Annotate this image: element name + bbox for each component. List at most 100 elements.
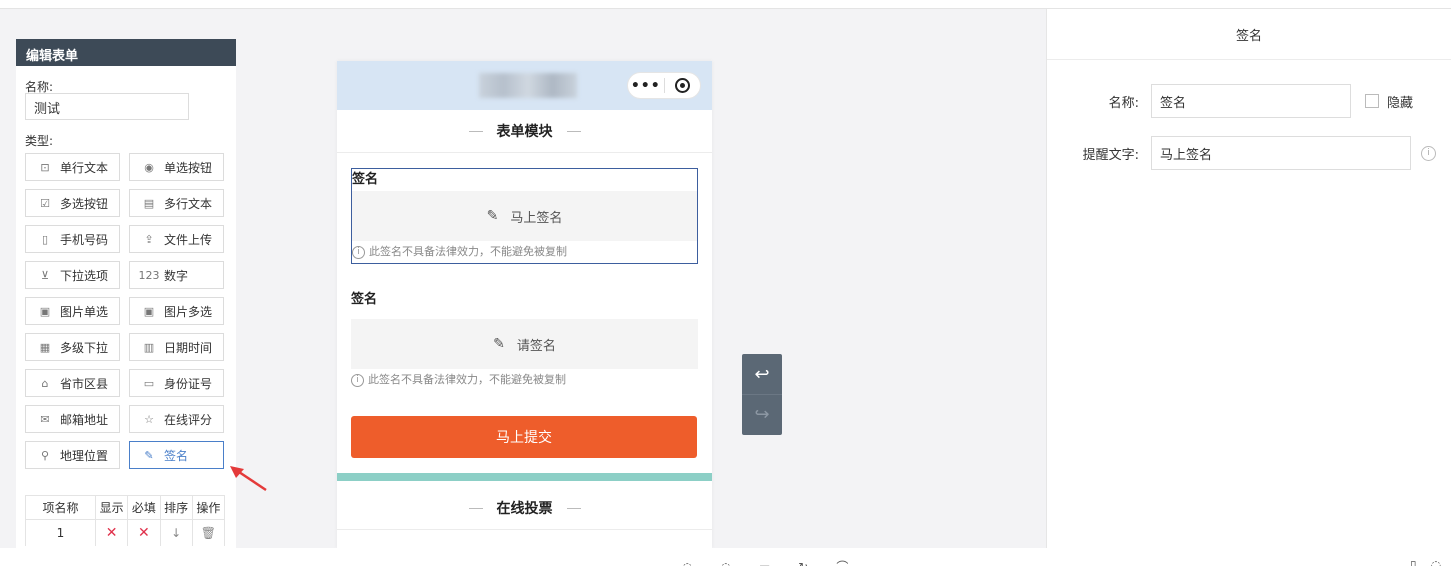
image-single-icon: ▣: [39, 304, 51, 318]
type-button-label: 单选按钮: [164, 160, 213, 175]
id-card-icon: ▭: [143, 376, 155, 390]
checkbox-icon: ☑: [40, 196, 50, 210]
fields-table: 项名称 显示 必填 排序 操作 1 ✕ ✕ ↓ 🗑: [25, 495, 226, 546]
single-line-text-icon: ⊡: [40, 160, 50, 174]
blurred-title: [479, 73, 577, 98]
properties-title: 签名: [1047, 9, 1451, 60]
type-button-label: 下拉选项: [60, 268, 109, 283]
image-multi-icon: ▣: [143, 304, 155, 318]
signature-action: 请签名: [516, 338, 556, 354]
type-button-id-card[interactable]: ▭ 身份证号: [129, 369, 224, 397]
prop-hint-input[interactable]: 马上签名: [1151, 136, 1411, 170]
bottom-right-icons: ▯◌: [1410, 558, 1451, 566]
col-sort-header: 排序: [159, 495, 193, 520]
signature-pad[interactable]: ✎ 请签名: [351, 319, 698, 369]
close-target-icon[interactable]: [665, 78, 701, 93]
star-icon: ☆: [144, 412, 154, 426]
type-button-label: 邮箱地址: [60, 412, 109, 427]
type-button-label: 单行文本: [60, 160, 109, 175]
type-button-image-single[interactable]: ▣ 图片单选: [25, 297, 120, 325]
type-button-label: 手机号码: [60, 232, 109, 247]
prop-name-label: 名称:: [1108, 95, 1139, 111]
toggle-required-icon[interactable]: ✕: [127, 519, 161, 546]
mail-icon: ✉: [40, 412, 50, 426]
cascade-icon: ▦: [39, 340, 51, 354]
prop-hint-row: 提醒文字: 马上签名 i: [1047, 136, 1436, 170]
toggle-show-icon[interactable]: ✕: [94, 519, 129, 546]
signature-pen-icon: ✎: [486, 208, 499, 224]
type-button-cascade[interactable]: ▦ 多级下拉: [25, 333, 120, 361]
info-icon[interactable]: i: [1421, 145, 1436, 161]
signature-note: i 此签名不具备法律效力，不能避免被复制: [351, 369, 698, 391]
delete-icon[interactable]: 🗑: [191, 519, 226, 546]
phone-preview: ••• 表单模块 签名 ✎ 马上签名 i 此签名不具备法律效力，不能避免被复制 …: [337, 61, 712, 548]
type-button-single-line-text[interactable]: ⊡ 单行文本: [25, 153, 120, 181]
type-button-mail[interactable]: ✉ 邮箱地址: [25, 405, 120, 433]
form-name-input[interactable]: 测试: [25, 93, 189, 120]
hide-label: 隐藏: [1387, 95, 1414, 111]
signature-action: 马上签名: [510, 210, 563, 226]
type-button-label: 日期时间: [164, 340, 213, 355]
hide-checkbox[interactable]: 隐藏: [1365, 92, 1413, 111]
type-button-label: 在线评分: [164, 412, 213, 427]
type-button-location[interactable]: ⚲ 地理位置: [25, 441, 120, 469]
signature-field[interactable]: 签名 ✎ 请签名 i 此签名不具备法律效力，不能避免被复制: [351, 289, 698, 391]
info-icon: i: [351, 373, 364, 387]
signature-pen-icon: ✎: [144, 448, 154, 462]
type-button-label: 多选按钮: [60, 196, 109, 211]
redo-icon[interactable]: ↪: [742, 394, 782, 434]
signature-label: 签名: [351, 292, 378, 307]
type-button-image-multi[interactable]: ▣ 图片多选: [129, 297, 224, 325]
bottom-toolbar-icons: ◌◌▭↻⌒: [682, 558, 876, 566]
undo-icon[interactable]: ↩: [742, 354, 782, 394]
more-icon[interactable]: •••: [628, 78, 664, 94]
phone-icon: ▯: [41, 232, 49, 246]
location-icon: ⚲: [40, 448, 50, 462]
type-button-multi-line-text[interactable]: ▤ 多行文本: [129, 189, 224, 217]
miniapp-capsule: •••: [627, 72, 701, 99]
type-button-label: 省市区县: [60, 376, 109, 391]
signature-pen-icon: ✎: [493, 336, 505, 352]
checkbox-icon[interactable]: [1365, 94, 1379, 108]
type-button-label: 签名: [164, 448, 189, 463]
type-button-star[interactable]: ☆ 在线评分: [129, 405, 224, 433]
type-button-phone[interactable]: ▯ 手机号码: [25, 225, 120, 253]
type-button-number[interactable]: 123 数字: [129, 261, 224, 289]
submit-button[interactable]: 马上提交: [351, 416, 697, 458]
prop-name-input[interactable]: 签名: [1151, 84, 1351, 118]
col-name-header: 项名称: [25, 495, 96, 520]
edit-form-panel: 编辑表单 名称: 测试 类型: ⊡ 单行文本 ◉ 单选按钮 ☑ 多选按钮 ▤ 多行文本 ▯ 手机号…: [16, 39, 236, 548]
col-required-header: 必填: [127, 495, 161, 520]
signature-pad[interactable]: ✎ 马上签名: [352, 191, 697, 241]
type-label: 类型:: [25, 134, 54, 148]
radio-icon: ◉: [144, 160, 154, 174]
type-button-radio[interactable]: ◉ 单选按钮: [129, 153, 224, 181]
signature-field-selected[interactable]: 签名 ✎ 马上签名 i 此签名不具备法律效力，不能避免被复制: [351, 168, 698, 264]
upload-icon: ⇪: [144, 232, 154, 246]
info-icon: i: [352, 245, 365, 259]
calendar-icon: ▥: [143, 340, 155, 354]
type-button-dropdown[interactable]: ⊻ 下拉选项: [25, 261, 120, 289]
type-button-calendar[interactable]: ▥ 日期时间: [129, 333, 224, 361]
phone-navbar: •••: [337, 61, 712, 110]
section-title-text: 表单模块: [496, 124, 553, 140]
type-button-label: 多行文本: [164, 196, 213, 211]
bottom-bar: ◌◌▭↻⌒ ▯◌: [0, 548, 1451, 566]
section-title-vote: 在线投票: [337, 487, 712, 530]
type-button-label: 身份证号: [164, 376, 213, 391]
prop-hint-label: 提醒文字:: [1082, 147, 1139, 163]
red-arrow-annotation-icon: [230, 466, 267, 492]
sort-down-icon[interactable]: ↓: [159, 519, 193, 546]
type-button-upload[interactable]: ⇪ 文件上传: [129, 225, 224, 253]
type-button-signature-pen[interactable]: ✎ 签名: [129, 441, 224, 469]
row-name: 1: [25, 519, 96, 546]
dropdown-icon: ⊻: [40, 268, 50, 282]
table-row: 1 ✕ ✕ ↓ 🗑: [25, 519, 226, 546]
top-bar: [0, 0, 1451, 9]
type-button-region[interactable]: ⌂ 省市区县: [25, 369, 120, 397]
prop-name-row: 名称: 签名 隐藏: [1047, 84, 1413, 118]
type-button-label: 图片单选: [60, 304, 109, 319]
multi-line-text-icon: ▤: [143, 196, 155, 210]
type-button-checkbox[interactable]: ☑ 多选按钮: [25, 189, 120, 217]
type-button-label: 数字: [164, 268, 189, 283]
